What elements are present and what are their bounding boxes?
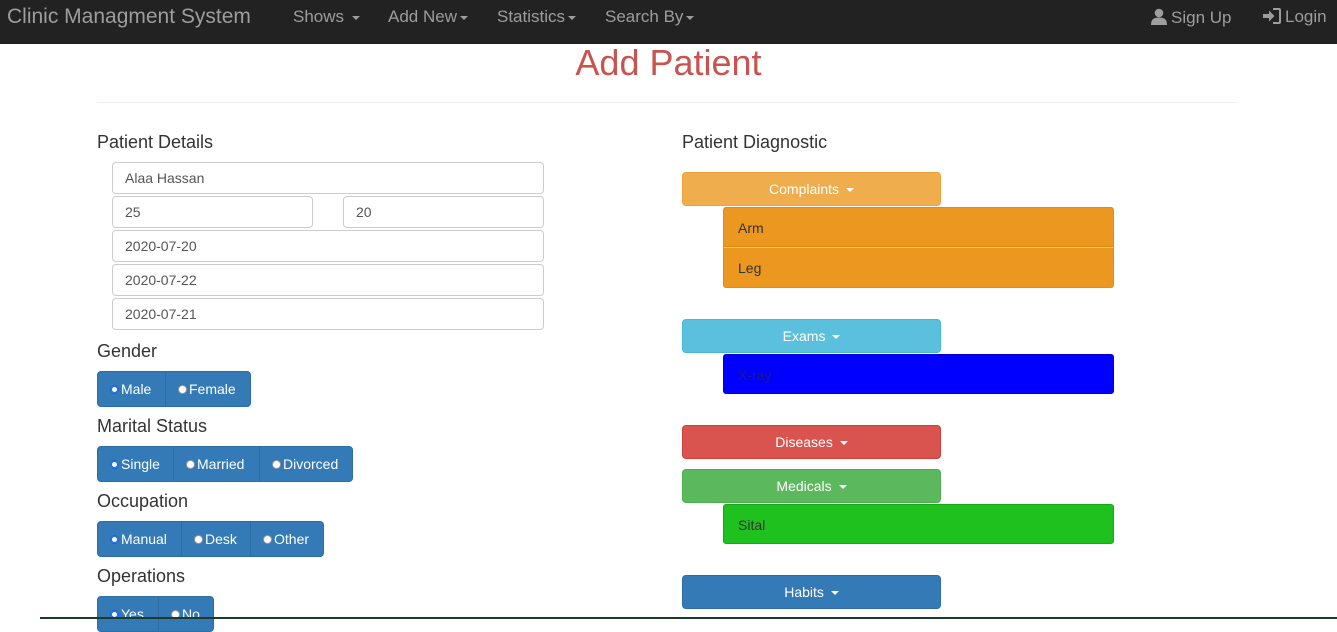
occupation-desk-label: Desk [205, 531, 237, 547]
date-field-2[interactable]: 2020-07-22 [112, 264, 544, 296]
title-divider [97, 102, 1237, 103]
complaints-dropdown-button[interactable]: Complaints [682, 172, 941, 206]
radio-unchecked-icon [186, 459, 195, 469]
gender-female-label: Female [189, 381, 236, 397]
caret-down-icon [845, 188, 854, 193]
radio-checked-icon [110, 459, 119, 469]
radio-unchecked-icon [178, 384, 187, 394]
complaint-item-arm[interactable]: Arm [723, 207, 1114, 247]
marital-status-label: Marital Status [97, 416, 208, 436]
caret-down-icon [459, 15, 468, 20]
nav-add-new-dropdown[interactable]: Add New [388, 8, 468, 26]
date-field-1[interactable]: 2020-07-20 [112, 230, 544, 262]
patient-diagnostic-heading: Patient Diagnostic [682, 132, 828, 152]
caret-down-icon [686, 15, 695, 20]
gender-option-female[interactable]: Female [165, 371, 251, 407]
marital-option-married[interactable]: Married [173, 446, 260, 482]
habits-dropdown-button[interactable]: Habits [682, 575, 941, 609]
exam-item-xray[interactable]: X-ray [723, 354, 1114, 394]
nav-search-by-label: Search By [605, 7, 684, 26]
occupation-option-manual[interactable]: Manual [97, 521, 182, 557]
exams-label: Exams [782, 328, 826, 344]
gender-option-male[interactable]: Male [97, 371, 166, 407]
occupation-option-other[interactable]: Other [250, 521, 324, 557]
medical-item-sital[interactable]: Sital [723, 504, 1114, 544]
age-field[interactable]: 25 [112, 196, 313, 228]
gender-radio-group: Male Female [97, 371, 251, 407]
operations-option-no[interactable]: No [158, 596, 214, 632]
brand-title[interactable]: Clinic Managment System [7, 5, 251, 29]
patient-name-field[interactable]: Alaa Hassan [112, 162, 544, 194]
diseases-dropdown-button[interactable]: Diseases [682, 425, 941, 459]
radio-checked-icon [110, 384, 119, 394]
nav-login-link[interactable]: Login [1263, 8, 1327, 26]
occupation-other-label: Other [274, 531, 310, 547]
date-field-3[interactable]: 2020-07-21 [112, 298, 544, 330]
radio-unchecked-icon [194, 534, 203, 544]
user-icon [1151, 8, 1167, 25]
login-icon [1263, 8, 1281, 24]
caret-down-icon [838, 485, 847, 490]
occupation-manual-label: Manual [121, 531, 167, 547]
caret-down-icon [351, 15, 360, 20]
secondary-number-field[interactable]: 20 [343, 196, 544, 228]
caret-down-icon [832, 335, 841, 340]
caret-down-icon [839, 441, 848, 446]
marital-single-label: Single [121, 456, 160, 472]
caret-down-icon [568, 15, 577, 20]
caret-down-icon [830, 591, 839, 596]
marital-option-single[interactable]: Single [97, 446, 174, 482]
operations-yes-label: Yes [121, 606, 144, 622]
nav-add-new-label: Add New [388, 7, 457, 26]
top-navbar: Clinic Managment System Shows Add New St… [0, 0, 1337, 44]
gender-label: Gender [97, 341, 158, 361]
marital-option-divorced[interactable]: Divorced [259, 446, 353, 482]
signup-label: Sign Up [1171, 8, 1232, 27]
occupation-label: Occupation [97, 491, 189, 511]
radio-unchecked-icon [272, 459, 281, 469]
radio-checked-icon [110, 534, 119, 544]
occupation-radio-group: Manual Desk Other [97, 521, 324, 557]
occupation-option-desk[interactable]: Desk [181, 521, 251, 557]
operations-option-yes[interactable]: Yes [97, 596, 159, 632]
medicals-label: Medicals [776, 478, 832, 494]
habits-label: Habits [784, 584, 824, 600]
nav-signup-link[interactable]: Sign Up [1151, 8, 1231, 27]
marital-status-radio-group: Single Married Divorced [97, 446, 353, 482]
exams-dropdown-button[interactable]: Exams [682, 319, 941, 353]
login-label: Login [1285, 7, 1327, 26]
diseases-label: Diseases [775, 434, 833, 450]
operations-no-label: No [182, 606, 200, 622]
nav-shows-dropdown[interactable]: Shows [293, 8, 360, 26]
nav-statistics-dropdown[interactable]: Statistics [497, 7, 577, 26]
patient-details-heading: Patient Details [97, 132, 214, 152]
operations-radio-group: Yes No [97, 596, 214, 632]
complaints-label: Complaints [769, 181, 840, 197]
nav-search-by-dropdown[interactable]: Search By [605, 7, 695, 26]
gender-male-label: Male [121, 381, 152, 397]
complaint-item-leg[interactable]: Leg [723, 247, 1114, 288]
page-title: Add Patient [575, 42, 762, 83]
medicals-dropdown-button[interactable]: Medicals [682, 469, 941, 503]
nav-statistics-label: Statistics [497, 7, 566, 26]
operations-label: Operations [97, 566, 186, 586]
marital-divorced-label: Divorced [283, 456, 339, 472]
marital-married-label: Married [197, 456, 245, 472]
radio-unchecked-icon [263, 534, 272, 544]
nav-shows-label: Shows [293, 7, 345, 26]
